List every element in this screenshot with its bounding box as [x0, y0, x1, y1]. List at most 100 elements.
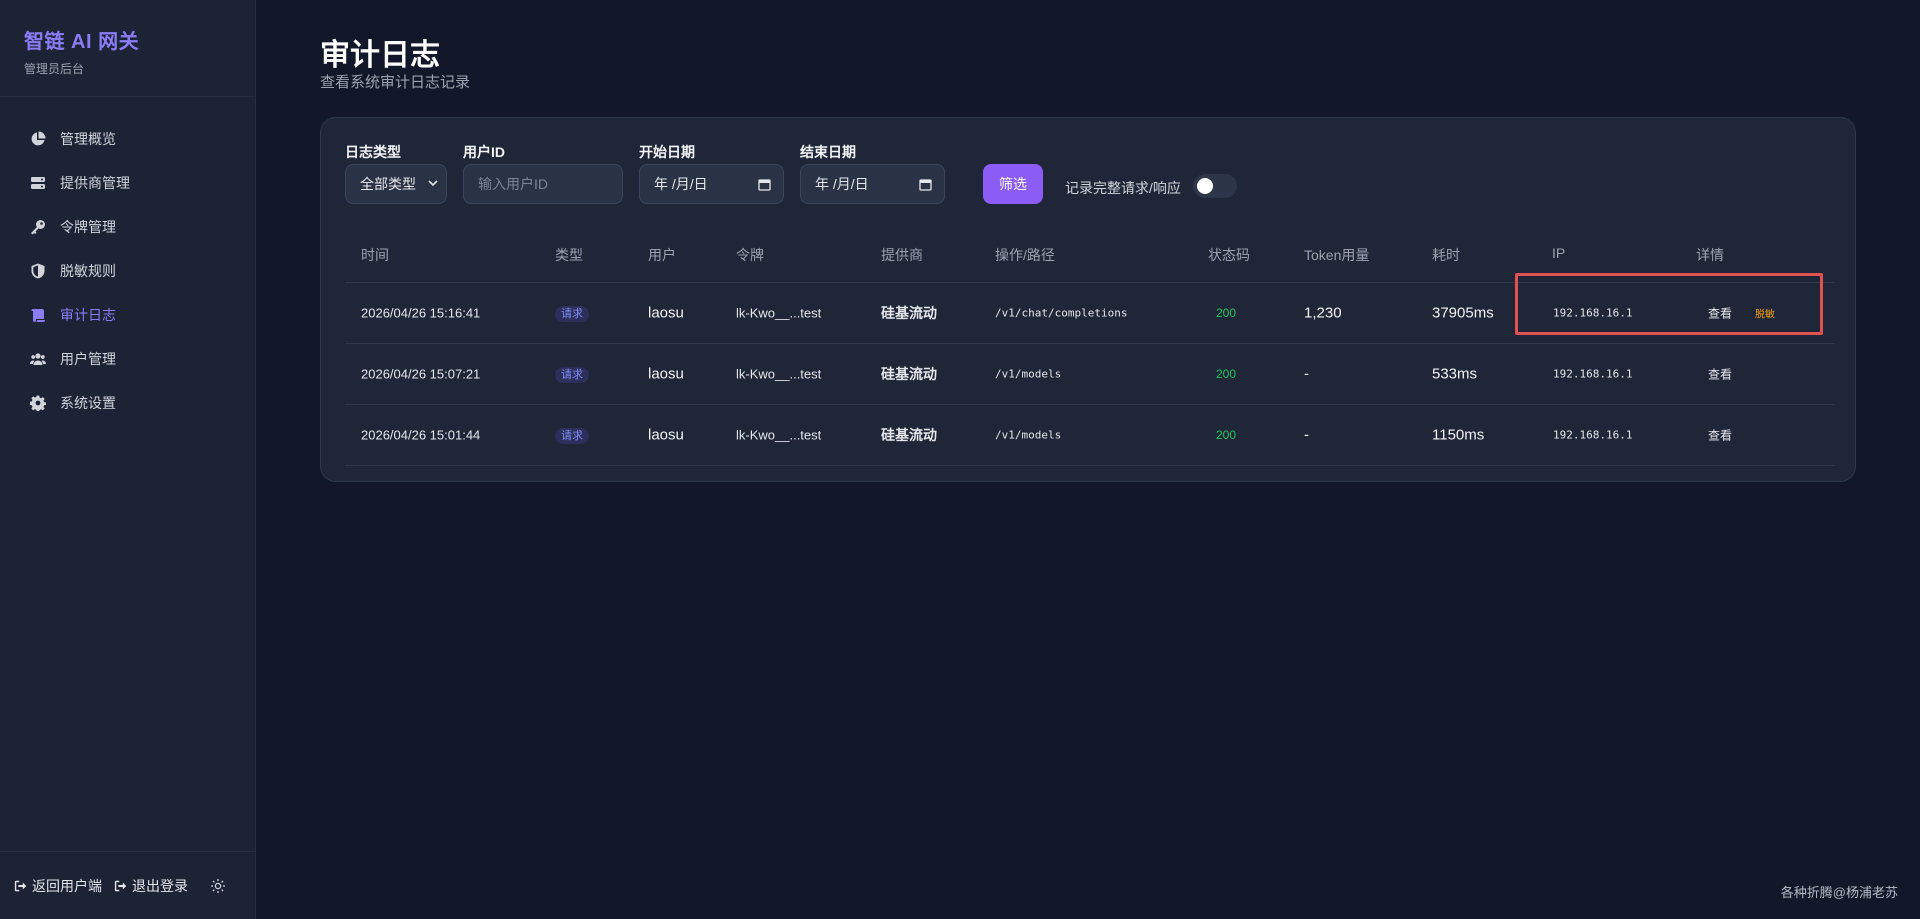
end-date-input[interactable]: 年 /月/日: [800, 164, 945, 204]
table-row: 2026/04/26 15:07:21 请求 laosu lk-Kwo__...…: [345, 344, 1835, 405]
view-button[interactable]: 查看: [1708, 427, 1732, 444]
cell-status: 200: [1216, 367, 1237, 381]
header-time: 时间: [361, 247, 389, 263]
cell-ip: 192.168.16.1: [1553, 428, 1633, 442]
back-to-user-label: 返回用户端: [32, 877, 102, 894]
filter-button[interactable]: 筛选: [983, 164, 1043, 204]
sidebar-item-label: 系统设置: [60, 395, 116, 411]
pie-chart-icon: [30, 131, 46, 147]
cell-time: 2026/04/26 15:07:21: [361, 366, 481, 382]
sidebar-nav: 管理概览 提供商管理 令牌管理 脱敏规则 审计日志 用户管理 系统设置: [0, 97, 255, 425]
cell-token-usage: -: [1304, 365, 1309, 383]
type-badge: 请求: [555, 306, 589, 322]
logout-label: 退出登录: [132, 877, 188, 894]
user-id-placeholder: 输入用户ID: [478, 176, 548, 192]
page-subtitle: 查看系统审计日志记录: [320, 74, 471, 91]
scroll-icon: [30, 307, 46, 323]
start-date-label: 开始日期: [639, 144, 695, 160]
user-id-label: 用户ID: [463, 144, 505, 160]
view-button[interactable]: 查看: [1708, 366, 1732, 383]
sun-icon: [211, 878, 225, 893]
view-button[interactable]: 查看: [1708, 305, 1732, 322]
sign-out-icon: [14, 880, 27, 891]
end-date-value: 年 /月/日: [815, 176, 869, 192]
sidebar-item-providers[interactable]: 提供商管理: [0, 161, 255, 205]
header-ip: IP: [1552, 245, 1566, 261]
cell-token-usage: -: [1304, 426, 1309, 444]
log-type-value: 全部类型: [360, 176, 416, 192]
type-badge: 请求: [555, 367, 589, 383]
back-to-user-button[interactable]: 返回用户端: [14, 876, 102, 896]
shield-icon: [30, 263, 46, 279]
sidebar-item-audit-log[interactable]: 审计日志: [0, 293, 255, 337]
start-date-value: 年 /月/日: [654, 176, 708, 192]
logout-button[interactable]: 退出登录: [114, 876, 188, 896]
cell-user: laosu: [648, 304, 684, 322]
start-date-input[interactable]: 年 /月/日: [639, 164, 784, 204]
cell-provider: 硅基流动: [881, 366, 937, 382]
audit-log-table: 时间 类型 用户 令牌 提供商 操作/路径 状态码 Token用量 耗时 IP …: [345, 227, 1835, 466]
users-icon: [30, 351, 46, 367]
table-row: 2026/04/26 15:01:44 请求 laosu lk-Kwo__...…: [345, 405, 1835, 466]
calendar-icon[interactable]: [919, 178, 932, 191]
chevron-down-icon: [428, 180, 438, 187]
cell-ip: 192.168.16.1: [1553, 306, 1633, 320]
key-icon: [30, 219, 46, 235]
sidebar-item-label: 用户管理: [60, 351, 116, 367]
theme-toggle-button[interactable]: [210, 878, 226, 894]
header-token-usage: Token用量: [1304, 247, 1370, 263]
cell-status: 200: [1216, 306, 1237, 320]
sidebar-item-overview[interactable]: 管理概览: [0, 117, 255, 161]
filter-bar: 日志类型 全部类型 用户ID 输入用户ID 开始日期 年 /月/日 结束日期 年…: [345, 142, 1835, 204]
header-details: 详情: [1696, 247, 1724, 263]
cell-time: 2026/04/26 15:01:44: [361, 427, 481, 443]
mask-button[interactable]: 脱敏: [1755, 306, 1775, 321]
cell-user: laosu: [648, 365, 684, 383]
logout-icon: [114, 880, 127, 891]
cell-token: lk-Kwo__...test: [736, 427, 822, 443]
sidebar-item-label: 提供商管理: [60, 175, 130, 191]
calendar-icon[interactable]: [758, 178, 771, 191]
brand-subtitle: 管理员后台: [24, 62, 85, 76]
header-duration: 耗时: [1432, 247, 1460, 263]
type-badge: 请求: [555, 428, 589, 444]
header-user: 用户: [648, 247, 676, 263]
sidebar-item-settings[interactable]: 系统设置: [0, 381, 255, 425]
cell-provider: 硅基流动: [881, 427, 937, 443]
cell-duration: 1150ms: [1432, 426, 1485, 444]
cell-path: /v1/chat/completions: [995, 306, 1128, 320]
cell-path: /v1/models: [995, 367, 1062, 381]
cell-status: 200: [1216, 428, 1237, 442]
sidebar-item-masking-rules[interactable]: 脱敏规则: [0, 249, 255, 293]
sidebar-item-tokens[interactable]: 令牌管理: [0, 205, 255, 249]
sidebar-footer: 返回用户端 退出登录: [0, 851, 256, 919]
full-record-toggle[interactable]: [1193, 174, 1237, 198]
sidebar-item-label: 审计日志: [60, 307, 116, 323]
full-record-toggle-label: 记录完整请求/响应: [1065, 180, 1181, 196]
header-status: 状态码: [1208, 247, 1250, 263]
cell-ip: 192.168.16.1: [1553, 367, 1633, 381]
table-header: 时间 类型 用户 令牌 提供商 操作/路径 状态码 Token用量 耗时 IP …: [345, 227, 1835, 283]
header-token: 令牌: [736, 247, 764, 263]
cell-provider: 硅基流动: [881, 305, 937, 321]
header-path: 操作/路径: [995, 247, 1055, 263]
user-id-input[interactable]: 输入用户ID: [463, 164, 623, 204]
cell-duration: 37905ms: [1432, 304, 1494, 322]
watermark: 各种折腾@杨浦老苏: [1780, 885, 1898, 900]
sidebar-item-users[interactable]: 用户管理: [0, 337, 255, 381]
sidebar-item-label: 令牌管理: [60, 219, 116, 235]
log-type-select[interactable]: 全部类型: [345, 164, 447, 204]
cell-token-usage: 1,230: [1304, 304, 1342, 322]
cell-user: laosu: [648, 426, 684, 444]
sidebar-item-label: 脱敏规则: [60, 263, 116, 279]
cell-token: lk-Kwo__...test: [736, 305, 822, 321]
audit-log-card: 日志类型 全部类型 用户ID 输入用户ID 开始日期 年 /月/日 结束日期 年…: [320, 117, 1856, 482]
header-provider: 提供商: [881, 247, 923, 263]
gear-icon: [30, 395, 46, 411]
sidebar-item-label: 管理概览: [60, 131, 116, 147]
log-type-label: 日志类型: [345, 144, 401, 160]
brand-title: 智链 AI 网关: [24, 31, 140, 53]
cell-token: lk-Kwo__...test: [736, 366, 822, 382]
page-title: 审计日志: [320, 39, 440, 72]
cell-duration: 533ms: [1432, 365, 1478, 383]
